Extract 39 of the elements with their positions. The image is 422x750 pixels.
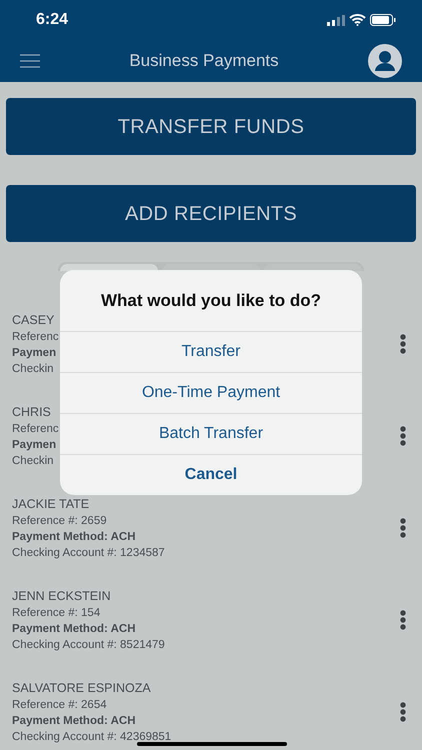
account-number: Checkin xyxy=(12,362,55,377)
recipient-name: JACKIE TATE xyxy=(12,496,90,513)
dialog-option[interactable]: Transfer xyxy=(60,330,362,372)
payment-method: Payment Method: ACH xyxy=(12,622,137,637)
account-number: Checking Account #: 8521479 xyxy=(12,638,165,653)
action-button[interactable]: TRANSFER FUNDS xyxy=(6,98,416,155)
more-options-icon[interactable] xyxy=(400,702,406,722)
menu-icon[interactable] xyxy=(20,54,40,68)
screen-title: Business Payments xyxy=(129,50,279,72)
action-button[interactable]: ADD RECIPIENTS xyxy=(6,185,416,242)
reference-number: Referenc xyxy=(12,422,59,437)
account-number: Checking Account #: 1234587 xyxy=(12,546,165,561)
reference-number: Reference #: 2654 xyxy=(12,698,108,713)
recipient-name: CHRIS xyxy=(12,404,52,421)
battery-icon xyxy=(370,14,396,26)
more-options-icon[interactable] xyxy=(400,518,406,538)
account-number: Checkin xyxy=(12,454,55,469)
payment-method: Paymen xyxy=(12,438,58,453)
reference-number: Reference #: 2659 xyxy=(12,514,108,529)
profile-avatar-icon[interactable] xyxy=(368,44,402,78)
payment-method: Paymen xyxy=(12,346,58,361)
cancel-button[interactable]: Cancel xyxy=(60,454,362,494)
reference-number: Referenc xyxy=(12,330,59,345)
wifi-icon xyxy=(349,14,366,26)
dialog-option[interactable]: Batch Transfer xyxy=(60,412,362,454)
payment-method: Payment Method: ACH xyxy=(12,530,137,545)
recipient-name: JENN ECKSTEIN xyxy=(12,588,112,605)
more-options-icon[interactable] xyxy=(400,334,406,354)
reference-number: Reference #: 154 xyxy=(12,606,102,621)
account-number: Checking Account #: 42369851 xyxy=(12,730,172,745)
recipient-name: CASEY xyxy=(12,312,56,329)
dialog-option[interactable]: One-Time Payment xyxy=(60,372,362,412)
dialog-title: What would you like to do? xyxy=(100,290,322,312)
recipient-name: SALVATORE ESPINOZA xyxy=(12,680,152,697)
payment-method: Payment Method: ACH xyxy=(12,714,137,729)
more-options-icon[interactable] xyxy=(400,610,406,630)
status-time: 6:24 xyxy=(36,10,68,30)
more-options-icon[interactable] xyxy=(400,426,406,446)
signal-icon xyxy=(327,14,345,26)
